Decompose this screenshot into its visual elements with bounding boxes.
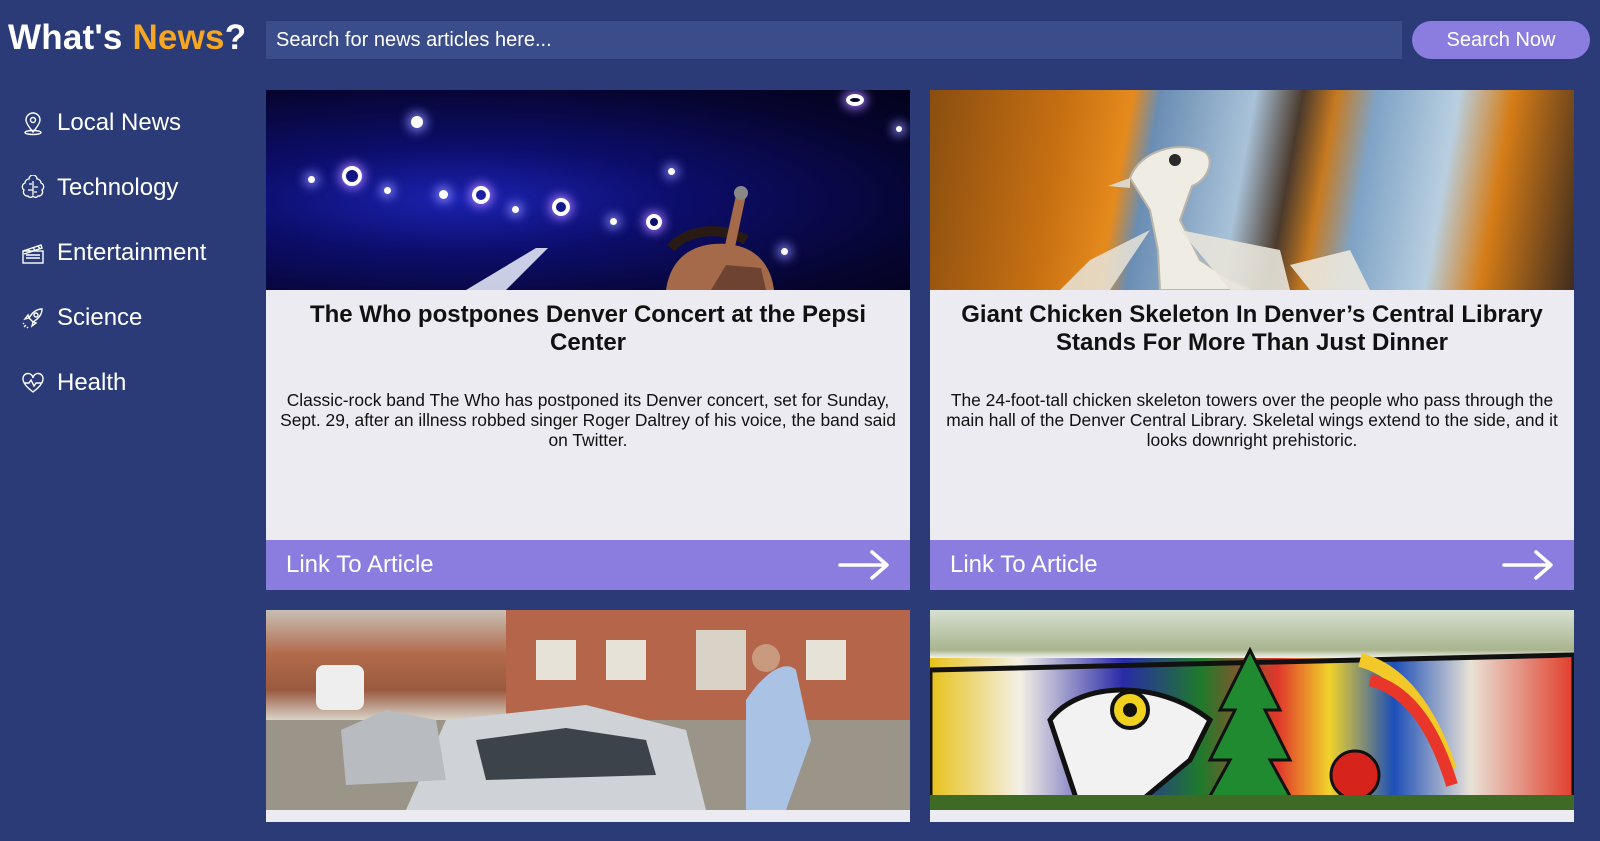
sidebar-item-label: Local News bbox=[57, 108, 182, 136]
app-logo[interactable]: What's News? bbox=[8, 18, 246, 58]
article-image-library bbox=[930, 90, 1574, 290]
article-image-street bbox=[266, 610, 910, 810]
logo-text-accent: News bbox=[132, 18, 225, 57]
sidebar-item-local-news[interactable]: Local News bbox=[0, 90, 250, 155]
rocket-icon bbox=[20, 305, 46, 331]
arrow-right-icon bbox=[838, 550, 889, 580]
search-button[interactable]: Search Now bbox=[1412, 21, 1590, 59]
article-link-label: Link To Article bbox=[286, 551, 434, 578]
sidebar-item-label: Technology bbox=[57, 173, 179, 201]
article-description: Classic-rock band The Who has postponed … bbox=[280, 390, 896, 450]
sidebar-item-technology[interactable]: Technology bbox=[0, 155, 250, 220]
map-pin-icon bbox=[20, 110, 46, 136]
sidebar-item-science[interactable]: Science bbox=[0, 285, 250, 350]
article-link-button[interactable]: Link To Article bbox=[930, 540, 1574, 590]
article-link-button[interactable]: Link To Article bbox=[266, 540, 910, 590]
article-description: The 24-foot-tall chicken skeleton towers… bbox=[946, 390, 1558, 450]
sidebar-item-entertainment[interactable]: Entertainment bbox=[0, 220, 250, 285]
sidebar-item-label: Health bbox=[57, 368, 127, 396]
heartbeat-icon bbox=[20, 370, 46, 396]
brain-icon bbox=[20, 174, 46, 201]
article-card: Giant Chicken Skeleton In Denver’s Centr… bbox=[930, 90, 1574, 590]
article-image-mural bbox=[930, 610, 1574, 810]
article-title: The Who postpones Denver Concert at the … bbox=[309, 301, 867, 356]
search-input[interactable] bbox=[266, 21, 1402, 59]
sidebar-item-label: Science bbox=[57, 303, 143, 331]
article-image-concert bbox=[266, 90, 910, 290]
article-card bbox=[266, 610, 910, 822]
clapperboard-icon bbox=[20, 240, 46, 266]
article-link-label: Link To Article bbox=[950, 551, 1098, 578]
article-title: Giant Chicken Skeleton In Denver’s Centr… bbox=[961, 301, 1543, 356]
arrow-right-icon bbox=[1502, 550, 1553, 580]
sidebar-nav: Local News Technology Entertainment Scie… bbox=[0, 90, 250, 415]
article-card: The Who postpones Denver Concert at the … bbox=[266, 90, 910, 590]
app-root: What's News? Search Now Local News Tech bbox=[0, 0, 1600, 841]
logo-text-start: What's bbox=[8, 18, 133, 57]
sidebar-item-label: Entertainment bbox=[57, 238, 207, 266]
article-card bbox=[930, 610, 1574, 822]
sidebar-item-health[interactable]: Health bbox=[0, 350, 250, 415]
logo-text-end: ? bbox=[224, 18, 247, 57]
